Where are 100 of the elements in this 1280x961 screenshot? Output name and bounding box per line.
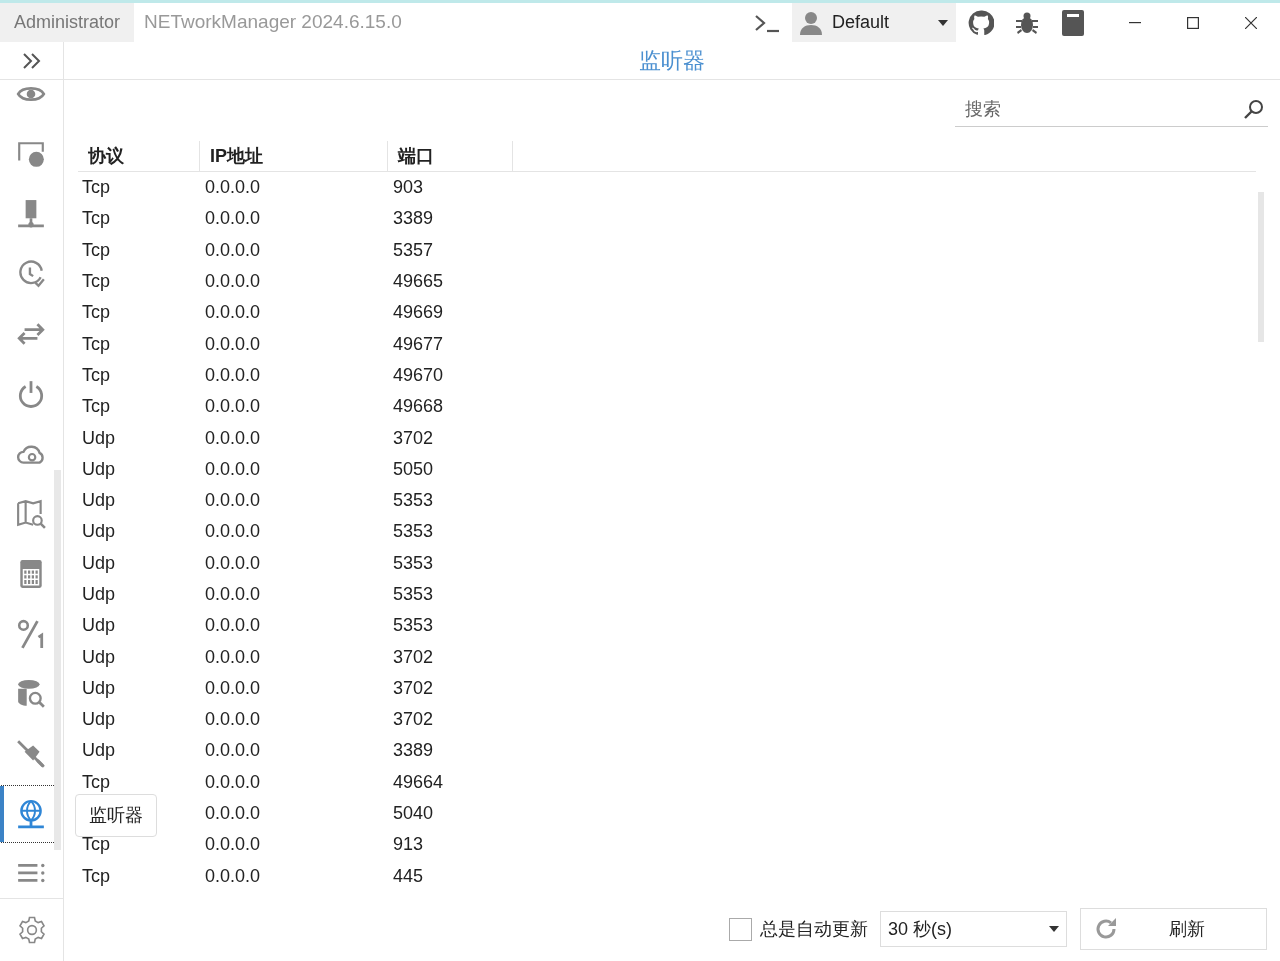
maximize-icon <box>1187 16 1199 29</box>
table-cell: 49668 <box>393 396 444 417</box>
table-cell: 903 <box>393 177 424 198</box>
table-cell: 0.0.0.0 <box>205 615 261 636</box>
table-cell: 913 <box>393 834 424 855</box>
globe-network-icon <box>15 799 46 829</box>
table-cell: 0.0.0.0 <box>205 490 261 511</box>
settings-icon[interactable] <box>16 915 47 945</box>
tooltip: 监听器 <box>75 794 157 837</box>
table-cell: 0.0.0.0 <box>205 834 261 855</box>
table-cell: 3702 <box>393 709 434 730</box>
close-icon <box>1245 16 1257 29</box>
table-cell: 49665 <box>393 271 444 292</box>
table-cell: 0.0.0.0 <box>205 552 261 573</box>
table-cell: 0.0.0.0 <box>205 271 261 292</box>
table-cell: 5353 <box>393 584 434 604</box>
table-cell: 0.0.0.0 <box>205 646 261 667</box>
user-icon <box>800 10 822 35</box>
auto-refresh-checkbox[interactable]: 总是自动更新 <box>729 915 868 943</box>
table-cell: 3702 <box>393 427 434 448</box>
table-cell: 5353 <box>393 615 434 636</box>
column-header[interactable]: 端口 <box>398 142 434 170</box>
table-cell: 0.0.0.0 <box>205 709 261 730</box>
table-cell: Tcp <box>82 271 110 292</box>
refresh-button[interactable]: 刷新 <box>1080 908 1267 950</box>
caret-icon <box>1049 926 1059 932</box>
caret-icon <box>938 19 948 26</box>
table-cell: Udp <box>82 709 116 730</box>
fraction-icon <box>15 619 46 649</box>
table-cell: 0.0.0.0 <box>205 740 261 761</box>
table-cell: Udp <box>82 521 116 542</box>
table-cell: Udp <box>82 490 116 511</box>
table-cell: 49670 <box>393 364 444 385</box>
table-cell: Tcp <box>82 834 110 855</box>
table-cell: Udp <box>82 740 116 761</box>
table-cell: 5353 <box>393 521 434 542</box>
refresh-icon <box>1093 916 1119 942</box>
user-label: Administrator <box>0 3 135 42</box>
table-cell: Tcp <box>82 177 110 198</box>
table-cell: 0.0.0.0 <box>205 677 261 698</box>
minimize-icon <box>1129 21 1141 24</box>
table-cell: 5353 <box>393 490 434 511</box>
database-search-icon <box>15 679 46 709</box>
table-cell: 0.0.0.0 <box>205 364 261 385</box>
table-cell: 445 <box>393 865 424 886</box>
table-cell: Tcp <box>82 396 110 417</box>
table-cell: 0.0.0.0 <box>205 771 261 792</box>
double-chevron-icon <box>21 52 42 69</box>
table-cell: Udp <box>82 427 116 448</box>
table-cell: Udp <box>82 646 116 667</box>
table-cell: 5050 <box>393 458 434 479</box>
column-header[interactable]: 协议 <box>88 142 124 170</box>
scrollbar[interactable] <box>1258 192 1264 342</box>
table-cell: 0.0.0.0 <box>205 584 261 604</box>
table-cell: 3702 <box>393 646 434 667</box>
table-cell: 5040 <box>393 803 434 824</box>
column-header[interactable]: IP地址 <box>210 142 263 170</box>
table-cell: 3389 <box>393 208 434 229</box>
map-search-icon <box>15 499 46 529</box>
table-cell: Tcp <box>82 239 110 260</box>
profile-dropdown[interactable]: Default <box>792 3 956 42</box>
table-cell: 5357 <box>393 239 434 260</box>
scrollbar[interactable] <box>54 470 61 850</box>
table-cell: 0.0.0.0 <box>205 803 261 824</box>
interval-dropdown[interactable]: 30 秒(s) <box>880 911 1067 947</box>
table-cell: 0.0.0.0 <box>205 302 261 323</box>
table-cell: 0.0.0.0 <box>205 458 261 479</box>
table-cell: 49669 <box>393 302 444 323</box>
table-cell: 0.0.0.0 <box>205 865 261 886</box>
table-cell: Tcp <box>82 364 110 385</box>
table-cell: Tcp <box>82 865 110 886</box>
table-cell: Tcp <box>82 333 110 354</box>
search-icon <box>1244 99 1264 119</box>
table-cell: 3389 <box>393 740 434 761</box>
book-icon[interactable] <box>1062 9 1084 36</box>
table-cell: Tcp <box>82 771 110 792</box>
table-cell: Udp <box>82 552 116 573</box>
server-icon <box>15 199 46 229</box>
table-cell: 3702 <box>393 677 434 698</box>
table-cell: 0.0.0.0 <box>205 333 261 354</box>
window-title: NETworkManager 2024.6.15.0 <box>144 10 402 35</box>
github-icon[interactable] <box>968 9 994 36</box>
page-title: 监听器 <box>639 47 705 75</box>
table-cell: Udp <box>82 458 116 479</box>
table-cell: Udp <box>82 677 116 698</box>
plug-icon <box>15 739 46 769</box>
table-cell: 49677 <box>393 333 444 354</box>
table-cell: 0.0.0.0 <box>205 239 261 260</box>
table-cell: 0.0.0.0 <box>205 208 261 229</box>
table-cell: Udp <box>82 615 116 636</box>
table-cell: 0.0.0.0 <box>205 521 261 542</box>
table-cell: 49664 <box>393 771 444 792</box>
table-cell: Tcp <box>82 302 110 323</box>
table-cell: 0.0.0.0 <box>205 396 261 417</box>
table-cell: 0.0.0.0 <box>205 427 261 448</box>
search-field[interactable]: 搜索 <box>955 92 1268 127</box>
table-cell: Tcp <box>82 208 110 229</box>
table-cell: 0.0.0.0 <box>205 177 261 198</box>
table-cell: Udp <box>82 584 116 604</box>
table-cell: 5353 <box>393 552 434 573</box>
